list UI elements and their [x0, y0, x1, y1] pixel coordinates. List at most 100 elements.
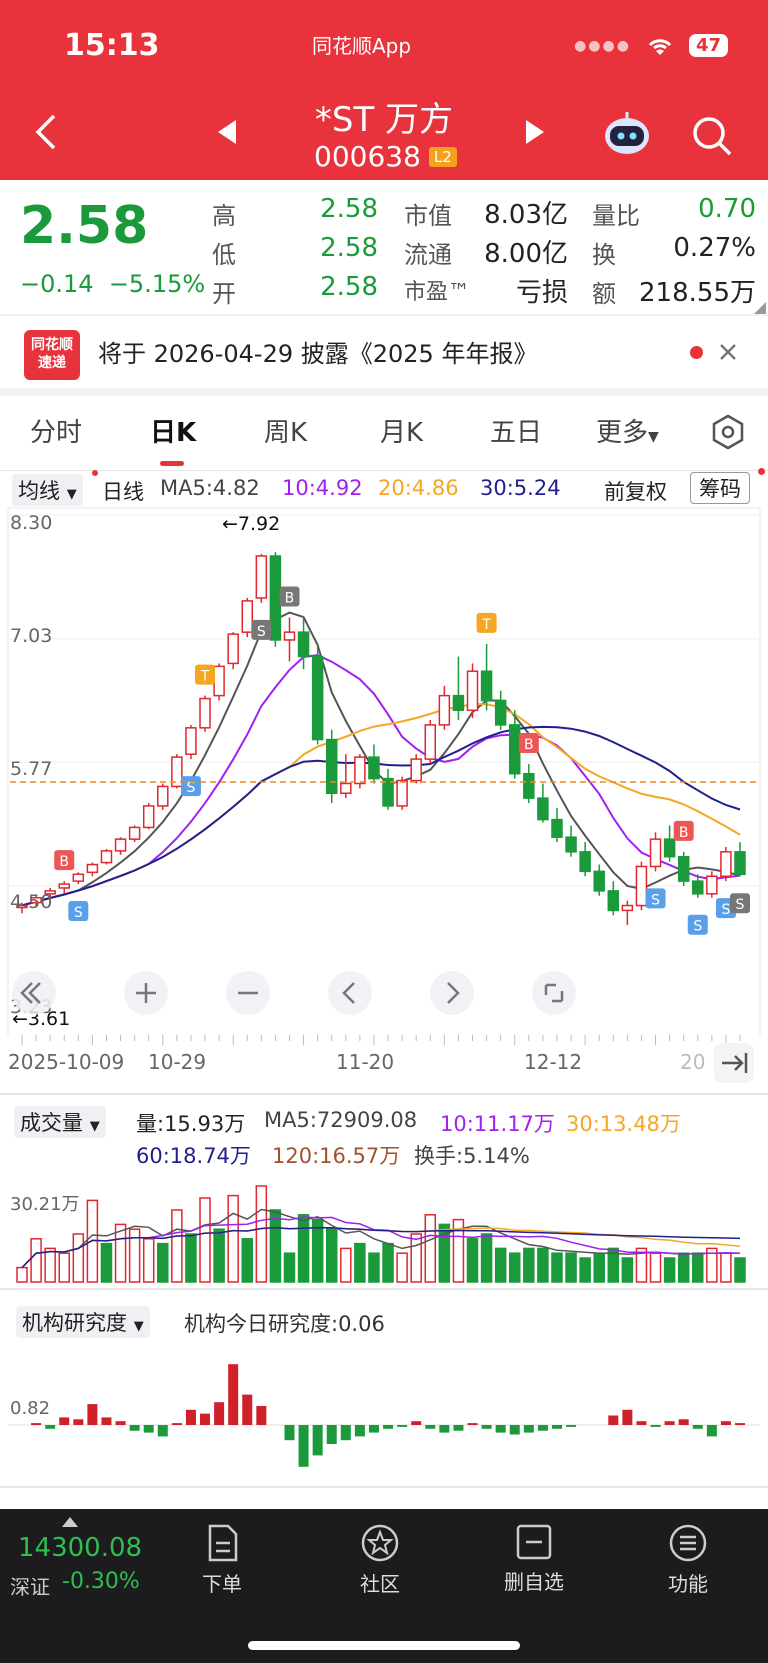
function-button[interactable]: 功能 — [648, 1523, 728, 1597]
candle — [706, 871, 718, 898]
indicator-select-research[interactable]: 机构研究度 ▼ — [16, 1306, 150, 1338]
candle — [100, 848, 113, 865]
community-button[interactable]: 社区 — [340, 1523, 420, 1597]
volume-bar — [466, 1238, 479, 1283]
ths-express-logo: 同花顺 速递 — [24, 330, 80, 380]
high-value: 2.58 — [320, 194, 378, 224]
research-bar — [383, 1425, 394, 1429]
rewind-button[interactable] — [12, 971, 56, 1015]
tab-more[interactable]: 更多▼ — [596, 412, 659, 449]
research-bar — [354, 1425, 365, 1437]
volume-bar — [142, 1238, 155, 1283]
signal-marker: S — [687, 914, 708, 935]
volume-bar — [382, 1242, 394, 1283]
volume-bar — [537, 1247, 549, 1283]
candle — [311, 646, 324, 745]
research-bar — [566, 1425, 577, 1427]
svg-text:B: B — [679, 825, 689, 841]
volume-value: 量:15.93万 — [136, 1112, 246, 1136]
volume-bar — [297, 1214, 310, 1283]
x-axis: 2025-10-09 10-29 11-20 12-12 20 — [8, 1035, 754, 1083]
research-chart[interactable]: 0.82 — [0, 1336, 768, 1486]
signal-marker: B — [54, 850, 75, 871]
signal-marker: B — [673, 820, 694, 841]
research-bar — [298, 1425, 309, 1467]
open-value: 2.58 — [320, 272, 378, 302]
pe-label: 市盈™ — [404, 280, 471, 305]
candle — [452, 656, 465, 721]
candle — [157, 783, 169, 810]
volume-y-label: 30.21万 — [10, 1194, 80, 1215]
kline-chart[interactable]: BSSTSBTBSBSSS 8.30 7.03 5.77 4.50 3.23 ←… — [0, 505, 768, 1035]
order-button[interactable]: 下单 — [182, 1523, 262, 1597]
volume-bar — [283, 1252, 296, 1283]
float-label: 流通 — [404, 241, 452, 269]
level2-badge[interactable]: L2 — [428, 146, 457, 167]
volume-bar — [325, 1228, 338, 1283]
settings-hexagon-icon[interactable] — [710, 414, 746, 450]
remove-watchlist-button[interactable]: 删自选 — [494, 1523, 574, 1595]
volume-ma5: MA5:72909.08 — [264, 1108, 418, 1132]
next-stock-icon[interactable] — [524, 118, 546, 146]
search-icon[interactable] — [690, 114, 734, 158]
index-value[interactable]: 14300.08 — [18, 1533, 142, 1563]
function-label: 功能 — [668, 1572, 708, 1596]
scroll-right-button[interactable] — [430, 971, 474, 1015]
volume-chart[interactable]: 30.21万 — [0, 1170, 768, 1286]
chips-button[interactable]: 筹码 — [690, 472, 750, 504]
volume-bar — [16, 1266, 28, 1283]
volume-bar — [677, 1252, 690, 1283]
research-bar — [171, 1423, 182, 1425]
research-bar — [622, 1409, 633, 1425]
signal-marker: S — [730, 893, 750, 914]
volume-ma10: 10:11.17万 — [440, 1112, 555, 1136]
index-change: -0.30% — [62, 1569, 140, 1594]
research-bar — [326, 1425, 337, 1444]
ma-select-label: 均线 — [18, 479, 60, 503]
close-icon[interactable] — [718, 342, 738, 362]
indicator-select-volume[interactable]: 成交量 ▼ — [14, 1106, 106, 1138]
candle — [213, 663, 225, 701]
adjust-toggle[interactable]: 前复权 — [604, 476, 667, 506]
tab-daily-k[interactable]: 日K — [150, 412, 196, 449]
tab-monthly-k[interactable]: 月K — [380, 412, 423, 449]
volume-bar — [551, 1252, 563, 1283]
research-bar — [312, 1425, 323, 1456]
zoom-in-button[interactable] — [124, 971, 168, 1015]
jump-to-latest-icon[interactable] — [714, 1043, 754, 1083]
candle — [649, 832, 662, 872]
volume-ma120: 120:16.57万 — [272, 1144, 401, 1168]
dropdown-icon: ▼ — [66, 487, 77, 502]
stock-code: 000638 L2 — [314, 140, 457, 173]
candle — [185, 724, 197, 760]
research-bar — [87, 1404, 98, 1425]
volume-bar — [508, 1252, 521, 1283]
volume-bar — [368, 1252, 380, 1283]
volume-bar — [227, 1194, 239, 1283]
x-label-4: 20 — [680, 1050, 705, 1074]
ma-select[interactable]: 均线 ▼ — [12, 474, 83, 506]
divider — [0, 1093, 768, 1095]
volume-bar — [185, 1233, 197, 1283]
tab-weekly-k[interactable]: 周K — [264, 412, 307, 449]
candle — [734, 842, 746, 877]
volume-bar — [734, 1257, 746, 1283]
fullscreen-button[interactable] — [532, 971, 576, 1015]
change-percent: −5.15% — [108, 270, 206, 298]
research-bar — [185, 1409, 196, 1425]
research-bar — [706, 1425, 717, 1437]
robot-assistant-icon[interactable] — [602, 110, 652, 156]
announcement-banner[interactable]: 同花顺 速递 将于 2026-04-29 披露《2025 年年报》 — [0, 316, 768, 388]
scroll-left-button[interactable] — [328, 971, 372, 1015]
research-y-label: 0.82 — [10, 1398, 50, 1419]
expand-up-icon[interactable] — [62, 1517, 78, 1527]
tab-minute[interactable]: 分时 — [30, 412, 82, 449]
candle — [410, 754, 422, 784]
candle — [241, 597, 254, 638]
candle — [368, 744, 380, 784]
x-label-1: 10-29 — [148, 1050, 206, 1074]
zoom-out-button[interactable] — [226, 971, 270, 1015]
svg-text:T: T — [481, 617, 491, 633]
candle — [677, 851, 690, 887]
tab-five-day[interactable]: 五日 — [490, 412, 542, 449]
